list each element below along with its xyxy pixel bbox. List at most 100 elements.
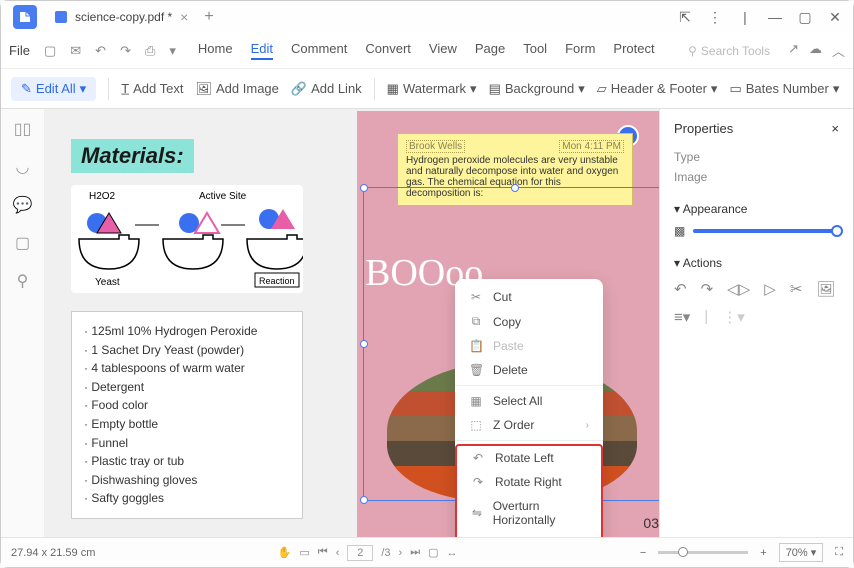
next-page-icon[interactable]: › [399,547,403,559]
bates-number-button[interactable]: ▭Bates Number▾ [729,81,839,97]
print-icon[interactable]: ⎙ [141,43,159,59]
canvas[interactable]: Materials: H2O2 Active Site Yeast [45,109,659,537]
cm-z-order[interactable]: ⬚Z Order› [455,413,603,437]
distribute-dropdown[interactable]: ⋮▾ [722,308,745,326]
fit-page-icon[interactable]: ▢ [428,546,438,559]
flip-h-icon[interactable]: ◁▷ [727,280,750,298]
tab-page[interactable]: Page [475,41,505,60]
appearance-section[interactable]: Appearance [683,202,748,216]
tab-convert[interactable]: Convert [365,41,411,60]
cm-cut[interactable]: ✂Cut [455,285,603,309]
titlebar: science-copy.pdf * × + ⇱ ⋮ | — ▢ ✕ [1,1,853,33]
chevron-down-icon: ▾ [833,81,840,97]
add-image-button[interactable]: 🖼Add Image [196,81,279,97]
replace-icon[interactable]: 🖼 [816,280,835,298]
zoom-out-icon[interactable]: − [640,547,646,559]
prev-page-icon[interactable]: ‹ [336,547,340,559]
tab-tool[interactable]: Tool [523,41,547,60]
page-total: /3 [381,547,390,559]
export-icon[interactable]: ↗ [788,41,799,60]
comment-icon[interactable]: 💬 [13,195,33,215]
chevron-down-icon: ▾ [80,81,87,97]
cm-rotate-left[interactable]: ↶Rotate Left [457,446,601,470]
close-panel-icon[interactable]: × [831,121,839,136]
tab-view[interactable]: View [429,41,457,60]
mail-icon[interactable]: ✉ [66,43,85,59]
page-left-content: Materials: H2O2 Active Site Yeast [71,139,303,519]
actions-section[interactable]: Actions [683,256,722,270]
cm-select-all[interactable]: ▦Select All [455,389,603,413]
header-footer-icon: ▱ [597,81,607,97]
undo-icon[interactable]: ↶ [91,43,110,59]
tab-home[interactable]: Home [198,41,233,60]
svg-text:Reaction: Reaction [259,276,295,286]
share-icon[interactable]: ⇱ [671,9,699,26]
more-icon[interactable]: ⋮ [701,9,729,26]
search-panel-icon[interactable]: ⚲ [17,271,29,291]
first-page-icon[interactable]: ⏮ [318,546,328,559]
menubar: File ▢ ✉ ↶ ↷ ⎙ ▾ Home Edit Comment Conve… [1,33,853,69]
tab-comment[interactable]: Comment [291,41,347,60]
chevron-up-icon[interactable]: ︿ [832,41,845,60]
statusbar: 27.94 x 21.59 cm ✋ ▭ ⏮ ‹ 2 /3 › ⏭ ▢ ↔ − … [1,537,853,567]
bates-icon: ▭ [729,81,741,97]
cloud-icon[interactable]: ☁ [809,41,822,60]
bookmark-icon[interactable]: ◡ [16,157,30,177]
close-tab-icon[interactable]: × [180,9,188,25]
rotate-left-icon[interactable]: ↶ [674,280,687,298]
tab-title: science-copy.pdf * [75,10,172,24]
header-footer-button[interactable]: ▱Header & Footer▾ [597,81,718,97]
last-page-icon[interactable]: ⏭ [410,546,420,559]
materials-list: 125ml 10% Hydrogen Peroxide 1 Sachet Dry… [71,311,303,519]
tab-protect[interactable]: Protect [613,41,654,60]
cm-rotate-right[interactable]: ↷Rotate Right [457,470,601,494]
pencil-icon: ✎ [21,81,32,97]
cm-copy[interactable]: ⧉Copy [455,309,603,334]
crop-icon[interactable]: ✂ [790,280,803,298]
cm-delete[interactable]: 🗑Delete [455,358,603,382]
spacer-sep: | [731,9,759,25]
chevron-down-icon: ▾ [711,81,718,97]
background-icon: ▤ [489,81,501,97]
attachment-icon[interactable]: ▢ [15,233,30,253]
add-text-button[interactable]: T̲Add Text [121,81,183,96]
watermark-button[interactable]: ▦Watermark▾ [387,81,477,97]
cm-overturn-v[interactable]: ⇵Overturn Vertically [457,532,601,537]
document-tab[interactable]: science-copy.pdf * × [45,5,198,29]
tab-edit[interactable]: Edit [251,41,273,60]
page-input[interactable]: 2 [347,545,373,561]
watermark-icon: ▦ [387,81,399,97]
list-item: Empty bottle [84,415,290,434]
chevron-right-icon: › [586,420,589,431]
redo-icon[interactable]: ↷ [116,43,135,59]
save-icon[interactable]: ▢ [40,43,60,59]
page-number: 03 [643,515,659,531]
thumbnails-icon[interactable]: ▯▯ [14,119,32,139]
minimize-button[interactable]: — [761,9,789,25]
edit-all-button[interactable]: ✎ Edit All ▾ [11,77,96,101]
fullscreen-icon[interactable]: ⛶ [835,546,843,559]
checker-icon: ▩ [674,224,685,238]
tab-form[interactable]: Form [565,41,595,60]
flip-v-icon[interactable]: ▷ [764,280,776,298]
background-button[interactable]: ▤Background▾ [489,81,585,97]
rotate-right-icon: ↷ [471,475,485,489]
select-tool-icon[interactable]: ▭ [299,546,309,559]
zoom-in-icon[interactable]: + [760,547,766,559]
dropdown-icon[interactable]: ▾ [165,43,180,59]
search-tools[interactable]: ⚲ Search Tools [688,44,770,58]
opacity-slider[interactable]: ▩ [674,224,839,238]
zoom-slider[interactable] [658,551,748,554]
add-link-button[interactable]: 🔗Add Link [291,81,362,97]
align-dropdown[interactable]: ≡▾ [674,308,690,326]
maximize-button[interactable]: ▢ [791,9,819,26]
new-tab-button[interactable]: + [204,8,213,26]
cm-overturn-h[interactable]: ⇋Overturn Horizontally [457,494,601,532]
rotate-right-icon[interactable]: ↷ [701,280,714,298]
svg-text:Yeast: Yeast [95,277,120,288]
fit-width-icon[interactable]: ↔ [447,547,458,559]
zoom-value[interactable]: 70% ▾ [779,543,824,562]
hand-tool-icon[interactable]: ✋ [278,546,292,559]
file-menu[interactable]: File [9,43,30,58]
close-window-button[interactable]: ✕ [821,9,849,26]
